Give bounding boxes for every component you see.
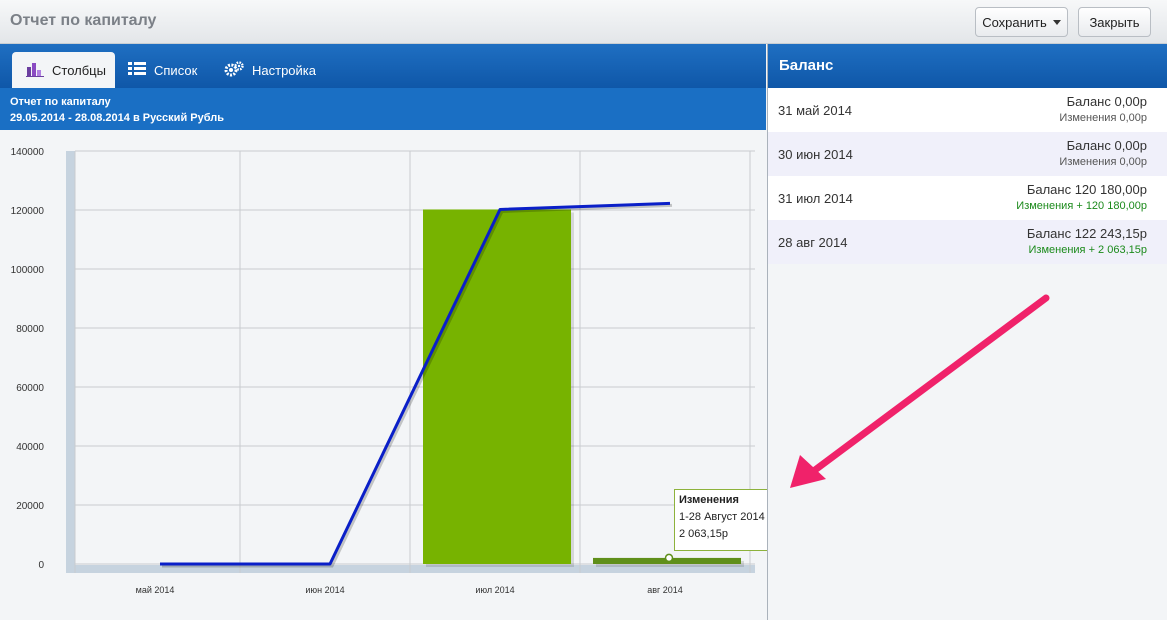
y-tick-label: 40000 [16, 442, 44, 453]
balance-row-change: Изменения 0,00р [1059, 112, 1147, 124]
balance-row-balance: Баланс 120 180,00р [1026, 182, 1147, 197]
y-tick-label: 120000 [11, 206, 45, 217]
balance-row-change: Изменения 0,00р [1059, 156, 1147, 168]
tab-list[interactable]: Список [128, 52, 197, 88]
balance-row-change: Изменения + 2 063,15р [1028, 244, 1147, 256]
balance-row[interactable]: 30 июн 2014 Баланс 0,00р Изменения 0,00р [768, 132, 1167, 176]
bar [423, 209, 571, 564]
balance-row-date: 30 июн 2014 [778, 146, 853, 162]
balance-panel: Баланс 31 май 2014 Баланс 0,00р Изменени… [767, 44, 1167, 620]
report-period: 29.05.2014 - 28.08.2014 в Русский Рубль [10, 112, 224, 124]
tab-settings-label: Настройка [252, 62, 316, 78]
balance-row[interactable]: 31 май 2014 Баланс 0,00р Изменения 0,00р [768, 88, 1167, 132]
chevron-down-icon [1052, 19, 1061, 25]
balance-row-balance: Баланс 0,00р [1066, 94, 1147, 109]
tooltip-title: Изменения [679, 494, 739, 506]
close-button[interactable]: Закрыть [1078, 7, 1151, 37]
tab-columns-label: Столбцы [52, 62, 106, 78]
y-axis-band [66, 151, 75, 572]
balance-row-balance: Баланс 0,00р [1066, 138, 1147, 153]
balance-panel-title: Баланс [768, 44, 1167, 88]
report-title: Отчет по капиталу [10, 96, 111, 108]
save-button[interactable]: Сохранить [975, 7, 1068, 37]
capital-chart: 0 20000 40000 60000 80000 100000 120000 140000 м… [0, 131, 766, 620]
tab-bar: Столбцы Список Настройка [0, 44, 766, 88]
settings-gears-icon [224, 60, 244, 80]
balance-row[interactable]: 28 авг 2014 Баланс 122 243,15р Изменения… [768, 220, 1167, 264]
x-tick-label: авг 2014 [647, 585, 683, 595]
balance-row[interactable]: 31 июл 2014 Баланс 120 180,00р Изменения… [768, 176, 1167, 220]
balance-row-date: 28 авг 2014 [778, 234, 848, 250]
balance-row-balance: Баланс 122 243,15р [1026, 226, 1147, 241]
y-tick-label: 60000 [16, 383, 44, 394]
y-tick-label: 80000 [16, 324, 44, 335]
y-tick-label: 0 [38, 560, 44, 571]
balance-row-change: Изменения + 120 180,00р [1016, 200, 1147, 212]
plot-area [75, 151, 755, 564]
y-tick-label: 20000 [16, 501, 44, 512]
tab-list-label: Список [154, 62, 198, 78]
chart-svg: 0 20000 40000 60000 80000 100000 120000 140000 м… [11, 147, 755, 595]
tooltip-period: 1-28 Август 2014 [679, 511, 765, 523]
tab-settings[interactable]: Настройка [224, 52, 316, 88]
save-button-label: Сохранить [982, 14, 1047, 30]
x-tick-label: май 2014 [136, 585, 175, 595]
x-tick-label: июл 2014 [475, 585, 514, 595]
list-icon [128, 61, 146, 79]
tab-columns[interactable]: Столбцы [12, 52, 115, 88]
x-tick-label: июн 2014 [305, 585, 344, 595]
y-tick-label: 100000 [11, 265, 45, 276]
title-bar: Отчет по капиталу Сохранить Закрыть [0, 0, 1167, 44]
balance-row-date: 31 июл 2014 [778, 190, 853, 206]
window-title: Отчет по капиталу [10, 12, 157, 29]
balance-row-date: 31 май 2014 [778, 102, 853, 118]
y-tick-label: 140000 [11, 147, 45, 158]
report-header: Отчет по капиталу 29.05.2014 - 28.08.201… [0, 88, 766, 130]
tooltip-value: 2 063,15р [679, 528, 728, 540]
highlight-point [664, 553, 674, 563]
bar-chart-icon [26, 61, 44, 80]
